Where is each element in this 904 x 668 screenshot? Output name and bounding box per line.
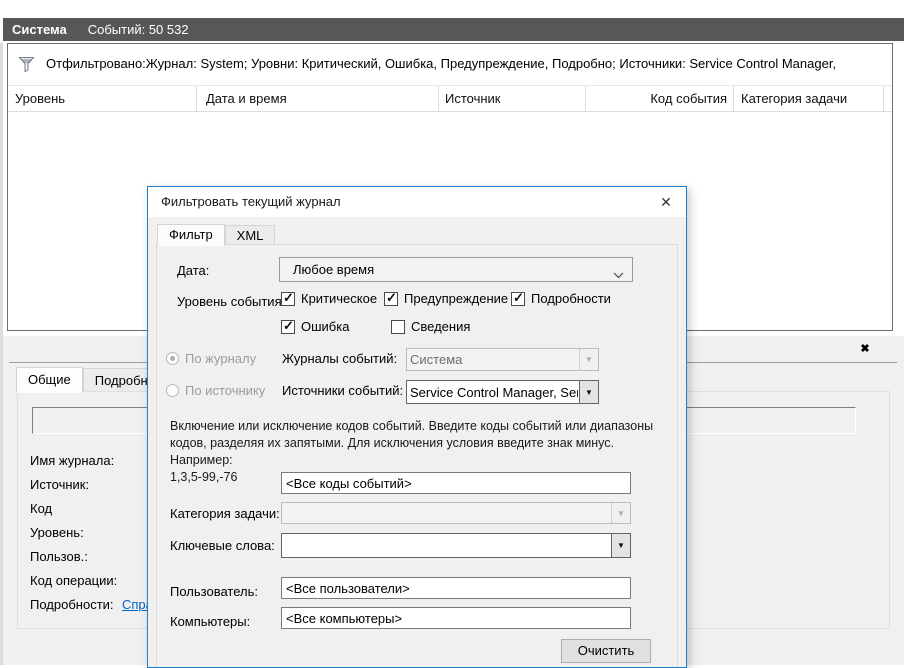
event-viewer-window: { "colors": { "dialog_border": "#2180cd"… [0,0,904,665]
column-header-source[interactable]: Источник [439,86,586,111]
event-logs-arrow-icon: ▼ [579,349,598,370]
field-label-level: Уровень: [30,525,84,540]
date-label: Дата: [177,263,209,278]
event-ids-input[interactable] [281,472,631,494]
preview-close-icon[interactable]: ✖ [856,342,874,358]
radio-by-source [166,384,179,397]
checkbox-information-box-icon [391,320,405,334]
tab-xml[interactable]: XML [225,225,276,245]
checkbox-critical-box-icon [281,292,295,306]
field-label-details: Подробности: [30,597,114,612]
event-id-hint-line1: Включение или исключение кодов событий. … [170,418,670,435]
checkbox-information[interactable]: Сведения [391,319,470,334]
field-label-user: Пользов.: [30,549,88,564]
tab-filter[interactable]: Фильтр [157,224,225,246]
checkbox-verbose-box-icon [511,292,525,306]
keywords-label: Ключевые слова: [170,538,275,553]
event-sources-select[interactable]: Service Control Manager, Servic ▼ [406,380,599,404]
filter-summary-bar: Отфильтровано:Журнал: System; Уровни: Кр… [8,44,892,86]
dialog-title-bar: Фильтровать текущий журнал ✕ [148,187,686,217]
clear-button[interactable]: Очистить [561,639,651,663]
tab-general[interactable]: Общие [16,367,83,393]
task-category-value [282,503,610,523]
keywords-select[interactable]: ▼ [281,533,631,558]
filter-funnel-icon [18,56,37,75]
chevron-down-icon [613,267,624,282]
column-header-task-category[interactable]: Категория задачи [734,86,884,111]
radio-by-log [166,352,179,365]
checkbox-error[interactable]: Ошибка [281,319,349,334]
event-logs-value: Система [407,349,578,370]
checkbox-critical-label: Критическое [301,291,377,306]
column-headers: Уровень Дата и время Источник Код событи… [8,86,892,112]
events-count: Событий: 50 532 [88,18,189,41]
dialog-close-icon[interactable]: ✕ [656,192,676,212]
checkbox-verbose[interactable]: Подробности [511,291,611,306]
keywords-value [282,534,610,557]
user-label: Пользователь: [170,584,258,599]
checkbox-warning[interactable]: Предупреждение [384,291,508,306]
checkbox-warning-box-icon [384,292,398,306]
event-sources-label: Источники событий: [282,383,403,398]
event-level-label: Уровень события: [177,294,285,309]
filter-summary: Отфильтровано:Журнал: System; Уровни: Кр… [46,44,836,84]
radio-by-source-label: По источнику [185,383,265,398]
checkbox-information-label: Сведения [411,319,470,334]
checkbox-error-box-icon [281,320,295,334]
filter-tab-page: Дата: Любое время Уровень события: Крити… [156,244,678,668]
event-sources-arrow-icon[interactable]: ▼ [579,381,598,403]
column-header-filler [884,86,892,111]
event-id-hint-line2: кодов, разделяя их запятыми. Для исключе… [170,435,670,469]
column-header-date-time[interactable]: Дата и время [197,86,439,111]
radio-by-log-label: По журналу [185,351,256,366]
dialog-tabs: Фильтр XML [157,224,275,245]
date-range-value: Любое время [280,258,610,281]
field-label-code: Код [30,501,52,516]
field-label-log-name: Имя журнала: [30,453,114,468]
keywords-arrow-icon[interactable]: ▼ [611,534,630,557]
task-category-select: ▼ [281,502,631,524]
dialog-title: Фильтровать текущий журнал [161,194,341,209]
task-category-label: Категория задачи: [170,506,280,521]
computers-input[interactable] [281,607,631,629]
event-sources-value: Service Control Manager, Servic [407,381,578,403]
log-tab-system[interactable]: Система [3,18,67,41]
user-input[interactable] [281,577,631,599]
field-label-opcode: Код операции: [30,573,117,588]
event-logs-select: Система ▼ [406,348,599,371]
computers-label: Компьютеры: [170,614,250,629]
filter-dialog: Фильтровать текущий журнал ✕ Фильтр XML … [147,186,687,668]
field-label-source: Источник: [30,477,89,492]
event-logs-label: Журналы событий: [282,351,397,366]
column-header-level[interactable]: Уровень [8,86,197,111]
checkbox-warning-label: Предупреждение [404,291,508,306]
date-range-select[interactable]: Любое время [279,257,633,282]
task-category-arrow-icon: ▼ [611,503,630,523]
checkbox-critical[interactable]: Критическое [281,291,377,306]
checkbox-verbose-label: Подробности [531,291,611,306]
checkbox-error-label: Ошибка [301,319,349,334]
column-header-event-id[interactable]: Код события [586,86,734,111]
log-title-bar: Система Событий: 50 532 [3,18,904,41]
